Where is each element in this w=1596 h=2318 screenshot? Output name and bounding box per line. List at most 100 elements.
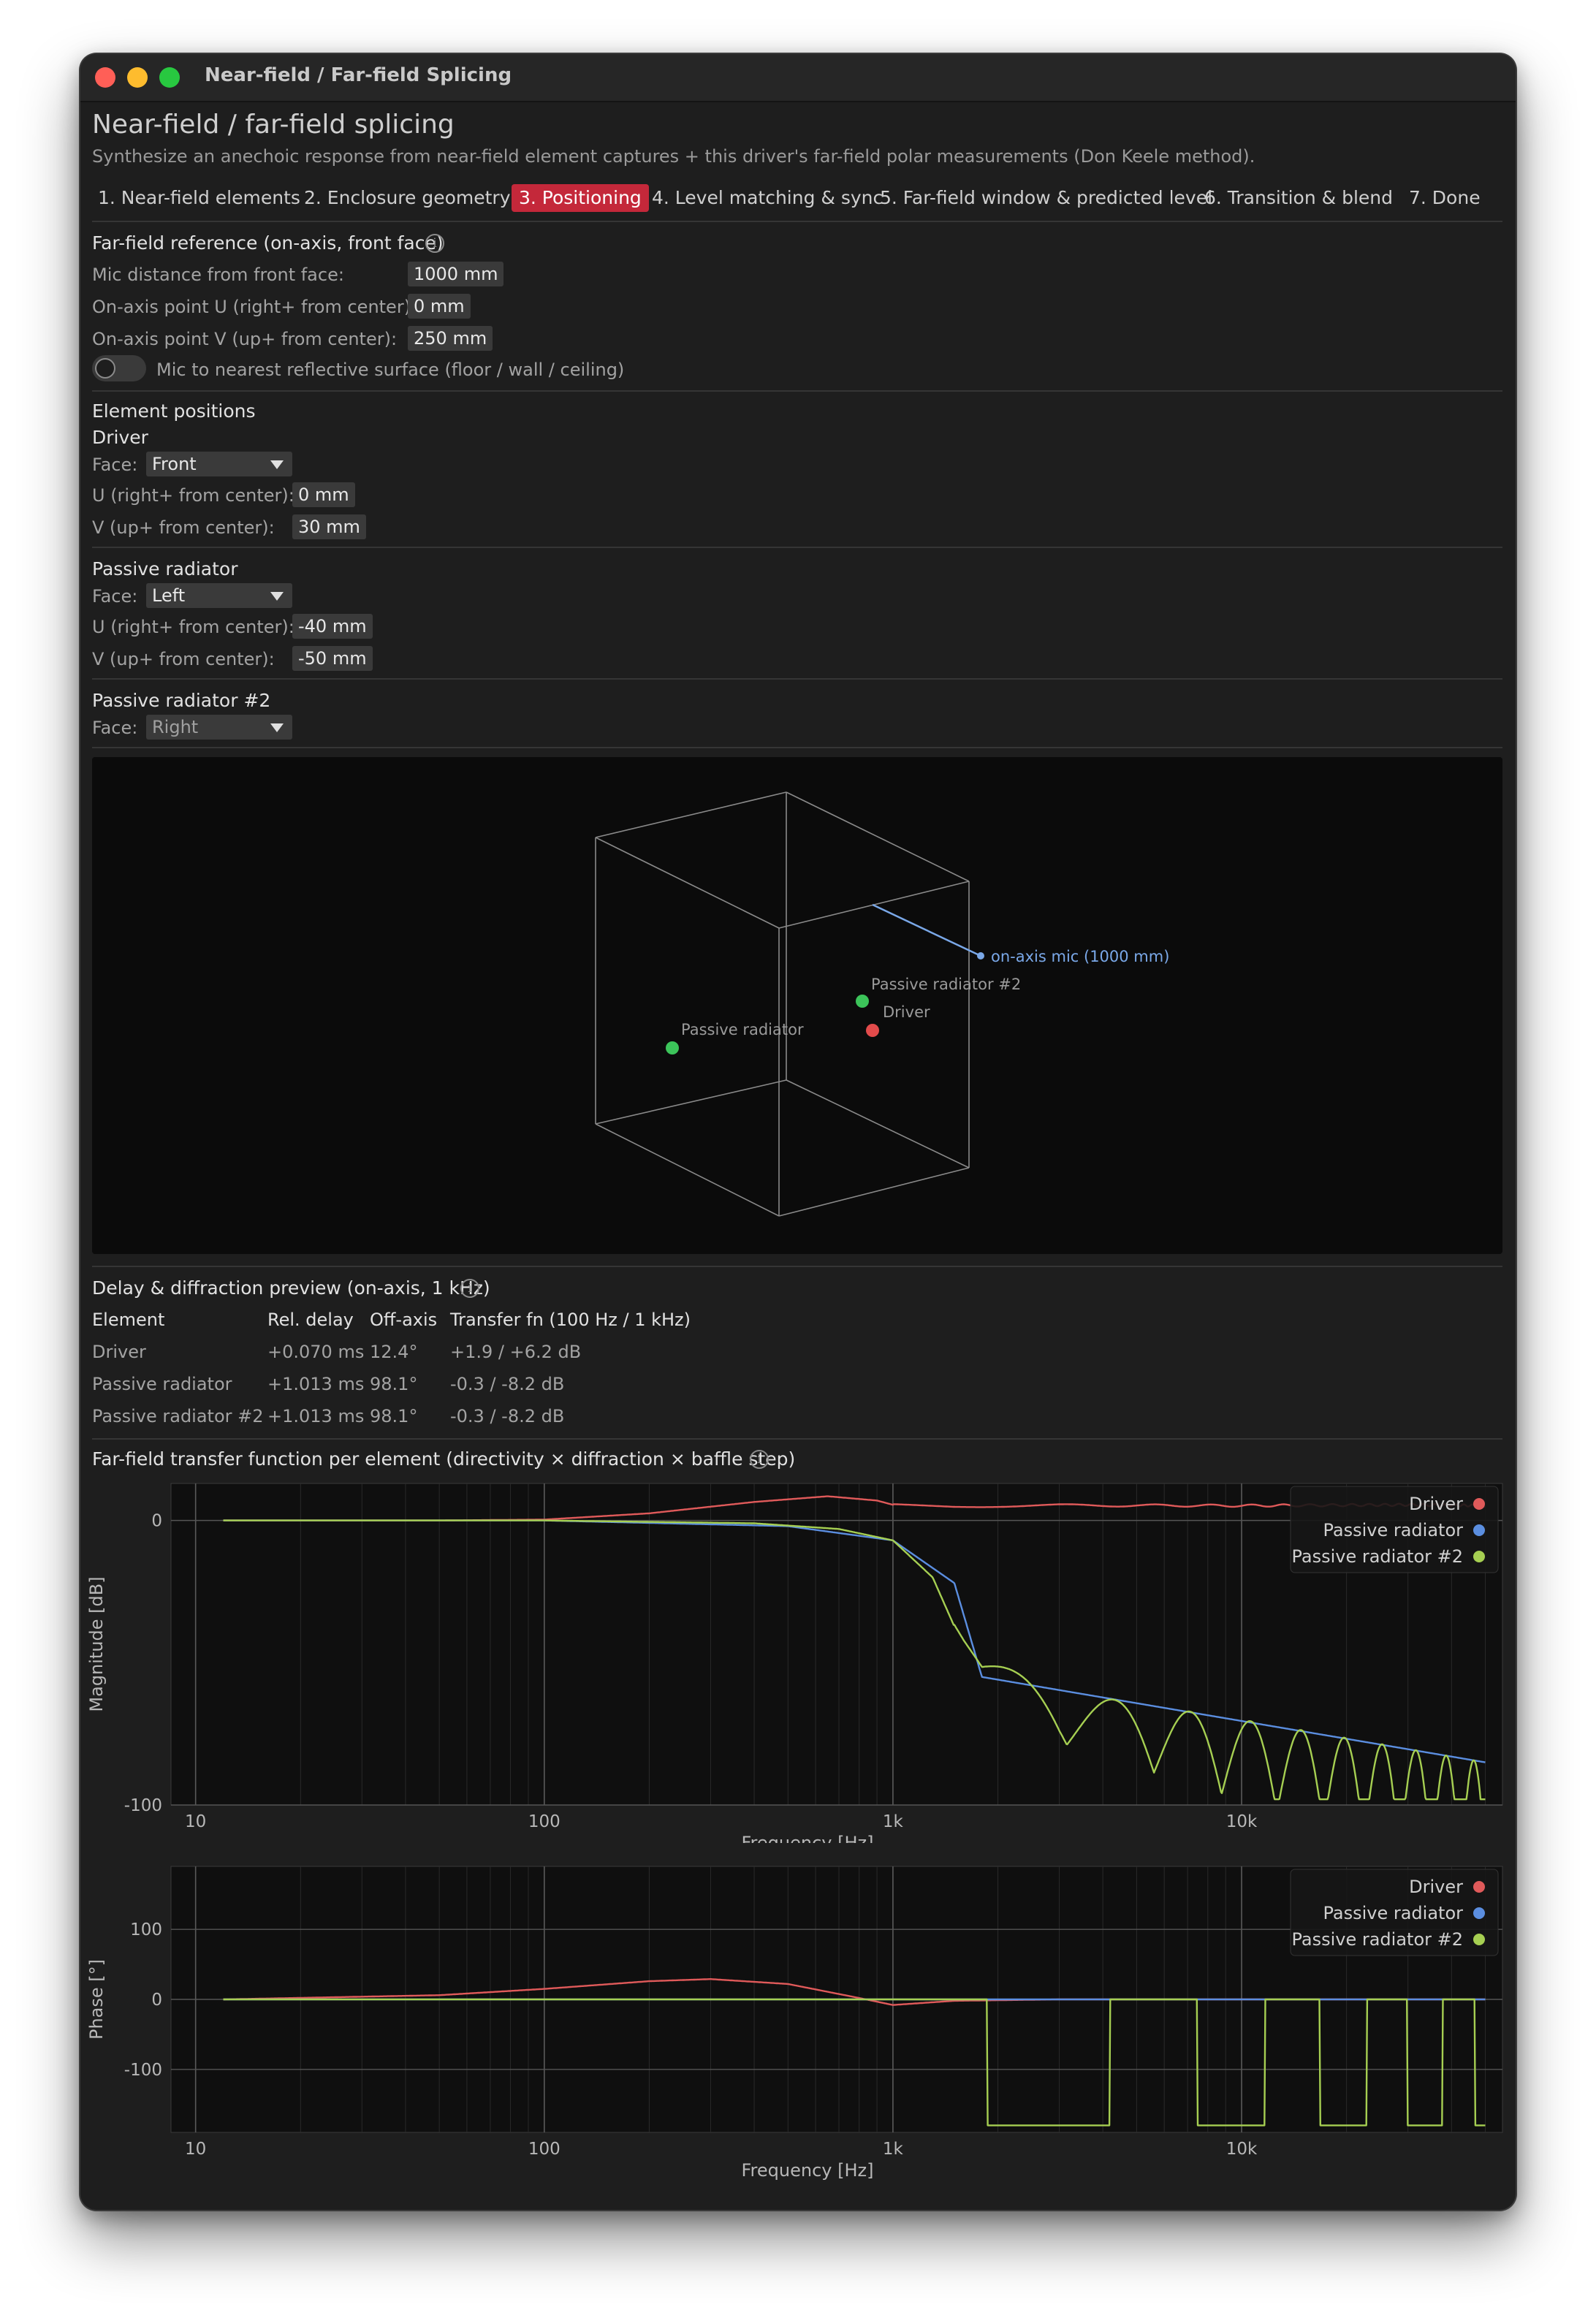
tab-far-field-window[interactable]: 5. Far-field window & predicted level (873, 184, 1220, 212)
col-transfer-fn: Transfer fn (100 Hz / 1 kHz) (450, 1310, 691, 1330)
tab-level-matching[interactable]: 4. Level matching & sync (645, 184, 890, 212)
reflective-surface-label: Mic to nearest reflective surface (floor… (156, 360, 625, 380)
magnitude-chart[interactable]: 0 -100 10 100 1k 10k Frequency [Hz] Magnitude [… (80, 1478, 1516, 1843)
row-element: Driver (92, 1342, 146, 1362)
legend-label: Passive radiator (1323, 1520, 1463, 1540)
y-axis-label: Phase [°] (86, 1959, 107, 2040)
col-element: Element (92, 1310, 165, 1330)
legend-label: Driver (1409, 1494, 1463, 1514)
tab-enclosure-geometry[interactable]: 2. Enclosure geometry (297, 184, 518, 212)
point-v-label: On-axis point V (up+ from center): (92, 329, 398, 349)
row-element: Passive radiator #2 (92, 1406, 264, 1426)
chevron-down-icon (270, 592, 284, 601)
divider (92, 390, 1502, 392)
passive-radiator-face-label: Face: (92, 586, 138, 607)
x-tick-label: 10 (185, 2140, 206, 2159)
passive-radiator-2-face-label: Face: (92, 718, 138, 738)
col-rel-delay: Rel. delay (267, 1310, 354, 1330)
delay-preview-heading: Delay & diffraction preview (on-axis, 1 … (92, 1277, 490, 1299)
box-edge (786, 1079, 970, 1168)
passive-radiator-u-field[interactable]: -40 mm (292, 614, 373, 639)
legend-swatch (1473, 1881, 1485, 1893)
driver-face-value: Front (152, 454, 197, 474)
divider (92, 221, 1502, 222)
passive-radiator-heading: Passive radiator (92, 558, 238, 580)
passive-radiator-2-marker[interactable] (856, 995, 869, 1008)
driver-heading: Driver (92, 427, 148, 448)
transfer-fn-heading: Far-field transfer function per element … (92, 1448, 796, 1470)
box-edge (595, 837, 780, 929)
minimize-window-button[interactable] (127, 67, 148, 88)
mic-marker[interactable] (977, 952, 984, 960)
divider (92, 1266, 1502, 1267)
passive-radiator-2-face-value: Right (152, 717, 199, 737)
passive-radiator-2-face-select[interactable]: Right (146, 715, 292, 740)
phase-chart[interactable]: 100 0 -100 10 100 1k 10k Frequency [Hz] Phase [°… (80, 1862, 1516, 2195)
row-rel-delay: +1.013 ms (267, 1406, 365, 1426)
divider (92, 547, 1502, 548)
passive-radiator-v-field[interactable]: -50 mm (292, 646, 373, 671)
reflective-surface-toggle[interactable] (92, 355, 146, 381)
toggle-knob (95, 358, 115, 379)
box-edge (595, 1123, 780, 1217)
tab-positioning[interactable]: 3. Positioning (512, 184, 649, 212)
title-bar: Near-field / Far-field Splicing (80, 54, 1516, 102)
col-off-axis: Off-axis (370, 1310, 438, 1330)
element-positions-heading: Element positions (92, 400, 256, 422)
divider (92, 1438, 1502, 1440)
point-u-field[interactable]: 0 mm (408, 294, 471, 319)
info-icon[interactable]: i (460, 1279, 479, 1298)
legend-label: Driver (1409, 1877, 1463, 1897)
box-edge (778, 1167, 970, 1217)
row-transfer-fn: -0.3 / -8.2 dB (450, 1374, 565, 1394)
driver-face-select[interactable]: Front (146, 452, 292, 476)
legend-swatch (1473, 1907, 1485, 1919)
x-tick-label: 10k (1226, 2140, 1258, 2159)
enclosure-3d-scene: on-axis mic (1000 mm) Passive radiator #… (595, 791, 1169, 1217)
row-transfer-fn: -0.3 / -8.2 dB (450, 1406, 565, 1426)
legend-swatch (1473, 1551, 1485, 1562)
driver-u-field[interactable]: 0 mm (292, 482, 355, 507)
row-element: Passive radiator (92, 1374, 232, 1394)
tab-transition-blend[interactable]: 6. Transition & blend (1197, 184, 1400, 212)
tab-done[interactable]: 7. Done (1402, 184, 1488, 212)
legend-swatch (1473, 1934, 1485, 1945)
phase-legend: Driver Passive radiator Passive radiator #… (1290, 1869, 1499, 1956)
passive-radiator-face-value: Left (152, 585, 186, 606)
magnitude-legend: Driver Passive radiator Passive radiator #… (1290, 1486, 1499, 1573)
x-axis-label: Frequency [Hz] (742, 1833, 874, 1843)
enclosure-3d-viewport[interactable]: on-axis mic (1000 mm) Passive radiator #… (92, 757, 1502, 1254)
window-title: Near-field / Far-field Splicing (205, 64, 512, 86)
driver-marker[interactable] (866, 1024, 879, 1037)
info-icon[interactable]: i (425, 234, 444, 253)
passive-radiator-2-label: Passive radiator #2 (871, 976, 1021, 993)
info-icon[interactable]: i (750, 1450, 769, 1469)
driver-label: Driver (883, 1003, 930, 1021)
divider (92, 747, 1502, 748)
maximize-window-button[interactable] (159, 67, 180, 88)
x-tick-label: 100 (528, 2140, 560, 2159)
passive-radiator-marker[interactable] (666, 1041, 679, 1054)
mic-distance-field[interactable]: 1000 mm (408, 262, 504, 286)
chevron-down-icon (270, 460, 284, 469)
passive-radiator-face-select[interactable]: Left (146, 583, 292, 608)
x-tick-label: 1k (883, 2140, 904, 2159)
y-tick-label: 100 (130, 1920, 162, 1939)
point-v-field[interactable]: 250 mm (408, 326, 493, 351)
y-tick-label: 0 (151, 1512, 162, 1531)
legend-swatch (1473, 1524, 1485, 1536)
legend-label: Passive radiator #2 (1291, 1929, 1463, 1950)
point-u-label: On-axis point U (right+ from center): (92, 297, 417, 317)
far-field-heading: Far-field reference (on-axis, front face… (92, 232, 444, 254)
passive-radiator-2-heading: Passive radiator #2 (92, 690, 271, 711)
driver-v-field[interactable]: 30 mm (292, 514, 366, 539)
legend-swatch (1473, 1498, 1485, 1510)
y-tick-label: 0 (151, 1991, 162, 2010)
box-edge (595, 791, 787, 838)
close-window-button[interactable] (95, 67, 115, 88)
tab-near-field-elements[interactable]: 1. Near-field elements (91, 184, 308, 212)
mic-label: on-axis mic (1000 mm) (991, 948, 1169, 965)
passive-radiator-u-label: U (right+ from center): (92, 617, 294, 637)
y-tick-label: -100 (124, 2061, 162, 2080)
mic-axis-line (872, 903, 981, 957)
